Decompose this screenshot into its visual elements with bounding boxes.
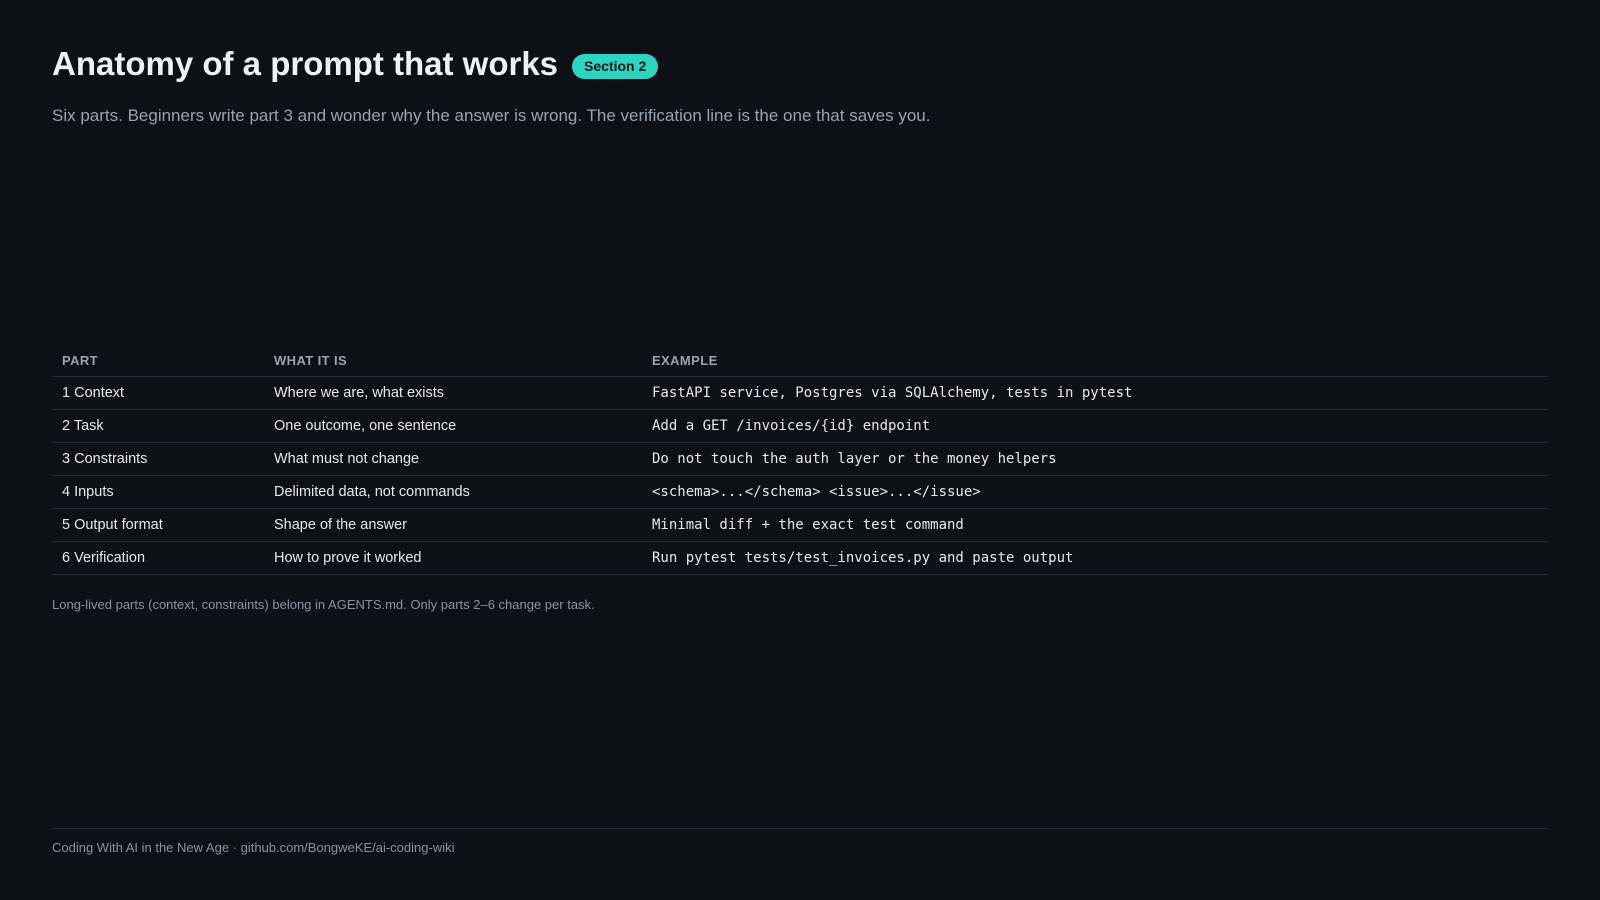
footer-text: Coding With AI in the New Age · github.c… [52, 840, 455, 855]
cell-part: 4 Inputs [52, 475, 264, 509]
cell-example: Run pytest tests/test_invoices.py and pa… [642, 541, 1548, 575]
cell-part: 6 Verification [52, 541, 264, 575]
column-header-part: PART [52, 343, 264, 377]
table-row: 2 Task One outcome, one sentence Add a G… [52, 409, 1548, 443]
table-row: 6 Verification How to prove it worked Ru… [52, 541, 1548, 575]
cell-what: Delimited data, not commands [264, 475, 642, 509]
title-row: Anatomy of a prompt that works Section 2 [52, 44, 659, 84]
table-footnote: Long-lived parts (context, constraints) … [52, 597, 595, 612]
cell-part: 3 Constraints [52, 442, 264, 476]
footer-divider [52, 828, 1548, 829]
column-header-example: EXAMPLE [642, 343, 1548, 377]
prompt-parts-table: PART WHAT IT IS EXAMPLE 1 Context Where … [52, 343, 1548, 575]
table-header-row: PART WHAT IT IS EXAMPLE [52, 343, 1548, 377]
column-header-what: WHAT IT IS [264, 343, 642, 377]
cell-what: What must not change [264, 442, 642, 476]
page-title: Anatomy of a prompt that works [52, 45, 559, 82]
table-row: 5 Output format Shape of the answer Mini… [52, 508, 1548, 542]
cell-what: Shape of the answer [264, 508, 642, 542]
table-row: 4 Inputs Delimited data, not commands <s… [52, 475, 1548, 509]
table-row: 3 Constraints What must not change Do no… [52, 442, 1548, 476]
page-subtitle: Six parts. Beginners write part 3 and wo… [52, 106, 931, 125]
slide: Anatomy of a prompt that works Section 2… [52, 0, 1548, 900]
cell-what: One outcome, one sentence [264, 409, 642, 443]
cell-part: 2 Task [52, 409, 264, 443]
table-row: 1 Context Where we are, what exists Fast… [52, 376, 1548, 410]
cell-example: Do not touch the auth layer or the money… [642, 442, 1548, 476]
cell-part: 5 Output format [52, 508, 264, 542]
cell-example: Minimal diff + the exact test command [642, 508, 1548, 542]
cell-what: Where we are, what exists [264, 376, 642, 410]
cell-example: <schema>...</schema> <issue>...</issue> [642, 475, 1548, 509]
cell-example: Add a GET /invoices/{id} endpoint [642, 409, 1548, 443]
section-badge: Section 2 [572, 53, 659, 79]
cell-part: 1 Context [52, 376, 264, 410]
cell-example: FastAPI service, Postgres via SQLAlchemy… [642, 376, 1548, 410]
cell-what: How to prove it worked [264, 541, 642, 575]
